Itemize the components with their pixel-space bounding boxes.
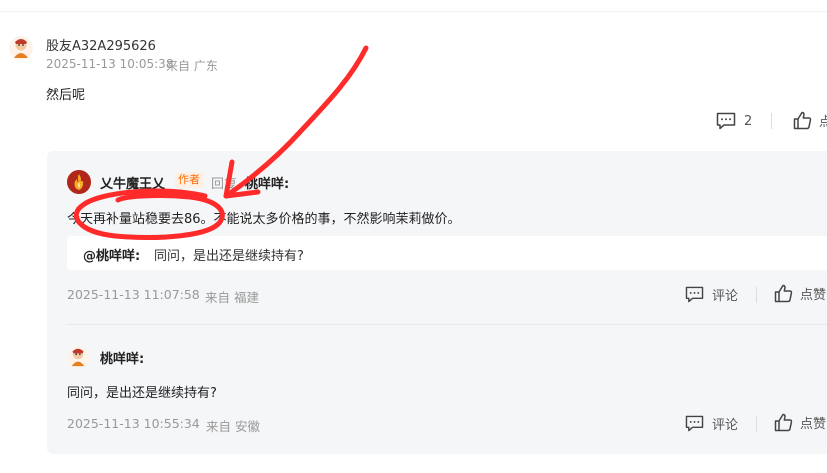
author-avatar[interactable] — [67, 170, 91, 194]
action-divider — [756, 287, 757, 303]
thumbs-up-icon — [793, 111, 812, 130]
reply-target-username[interactable]: 桃咩咩: — [245, 173, 289, 192]
thumbs-up-icon — [774, 284, 793, 303]
quote-username[interactable]: @桃咩咩: — [83, 245, 140, 264]
reply-to-label: 回复 — [211, 177, 238, 192]
sub-reply-comment-button[interactable]: 评论 — [685, 414, 738, 433]
like-button[interactable]: 点 — [793, 111, 827, 130]
author-reply-text: 今天再补量站稳要去86。不能说太多价格的事，不然影响茉莉做价。 — [67, 212, 461, 227]
like-label: 点赞 — [800, 288, 827, 303]
comment-text: 然后呢 — [46, 88, 86, 103]
sub-reply-username[interactable]: 桃咩咩: — [100, 348, 144, 367]
top-divider — [0, 11, 827, 12]
comment-location: 来自 广东 — [166, 59, 218, 73]
sub-reply-avatar[interactable] — [67, 346, 89, 368]
comment-icon — [716, 112, 736, 130]
comment-icon — [685, 415, 704, 432]
sub-reply-timestamp: 2025-11-13 10:55:34 — [67, 416, 200, 431]
reply-divider — [67, 324, 827, 325]
reply-comment-button[interactable]: 评论 — [685, 285, 738, 304]
sub-reply-like-button[interactable]: 点赞 — [774, 413, 826, 432]
comment-count-button[interactable]: 2 — [716, 112, 752, 130]
author-reply-timestamp: 2025-11-13 11:07:58 — [67, 287, 200, 302]
author-reply-location: 来自 福建 — [205, 290, 259, 305]
sub-reply-location: 来自 安徽 — [206, 419, 260, 434]
thumbs-up-icon — [774, 413, 793, 432]
comment-icon — [685, 286, 704, 303]
author-badge: 作者 — [175, 172, 203, 188]
sub-reply-text: 同问，是出还是继续持有? — [67, 386, 217, 401]
user-avatar[interactable] — [9, 36, 33, 60]
author-username[interactable]: 乂牛魔王乂 — [100, 173, 165, 192]
comment-label: 评论 — [712, 289, 739, 304]
comment-timestamp: 2025-11-13 10:05:38 — [46, 57, 174, 71]
like-label: 点 — [819, 115, 827, 130]
quote-text: 同问，是出还是继续持有? — [154, 249, 304, 264]
comment-label: 评论 — [712, 418, 739, 433]
comment-count: 2 — [744, 113, 753, 129]
comment-username[interactable]: 股友A32A295626 — [46, 35, 156, 54]
action-divider — [756, 416, 757, 432]
action-divider — [771, 113, 772, 129]
reply-like-button[interactable]: 点赞 — [774, 284, 826, 303]
like-label: 点赞 — [800, 417, 827, 432]
